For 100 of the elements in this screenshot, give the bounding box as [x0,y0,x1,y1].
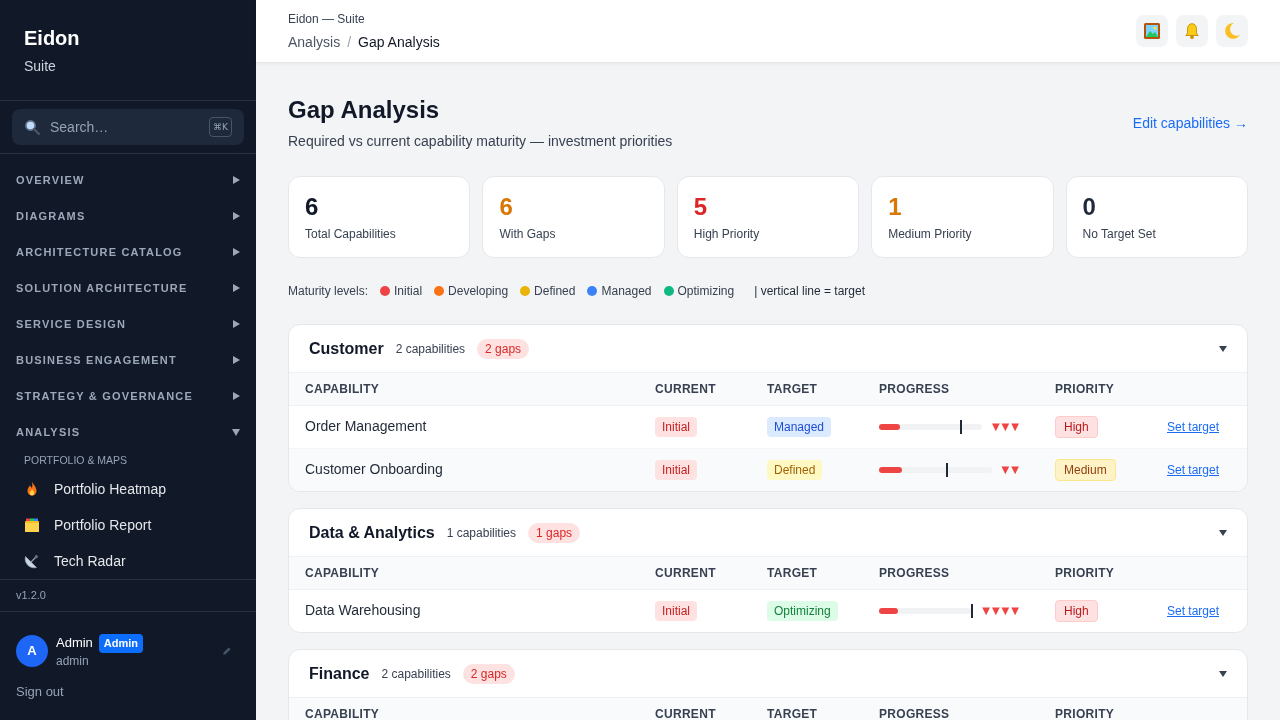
stat-value: 6 [305,192,320,222]
column-header: TARGET [767,565,818,580]
gap-arrows: ▼▼ [1001,463,1021,476]
nav-item[interactable]: Portfolio Report [0,507,256,543]
breadcrumb-current: Gap Analysis [358,32,440,52]
column-header: PROGRESS [879,706,950,720]
set-target-link[interactable]: Set target [1167,604,1220,619]
maturity-tag: Managed [767,417,832,437]
nav-item[interactable]: Portfolio Heatmap [0,471,256,507]
stat-label: High Priority [693,226,761,242]
capability-name: Data Warehousing [305,602,421,619]
capability-count: 2 capabilities [395,340,466,358]
nav-section[interactable]: DIAGRAMS [0,198,256,234]
caret-right-icon [233,320,240,328]
user-name: Admin [56,634,93,652]
column-header: PROGRESS [879,565,950,580]
column-header: CAPABILITY [305,565,380,580]
legend-label: Initial [394,283,423,300]
edit-capabilities-link[interactable]: Edit capabilities → [1132,112,1248,134]
column-header: CURRENT [655,706,716,720]
set-target-link[interactable]: Set target [1167,463,1220,478]
maturity-tag: Initial [655,601,697,622]
stat-value: 6 [499,192,514,222]
notifications-button[interactable] [1176,15,1208,47]
nav-section[interactable]: OVERVIEW [0,162,256,198]
caret-right-icon [233,248,240,256]
nav-section[interactable]: STRATEGY & GOVERNANCE [0,378,256,414]
column-header: TARGET [767,381,818,396]
stat-value: 1 [888,192,903,222]
nav-section[interactable]: ARCHITECTURE CATALOG [0,234,256,270]
username: admin [56,652,89,669]
satellite-dish-icon [24,553,40,569]
caret-down-icon[interactable] [1219,529,1227,536]
search-icon [24,119,40,135]
gap-arrows: ▼▼▼ [991,420,1021,433]
legend-title: Maturity levels: [288,283,369,300]
nav-section[interactable]: SOLUTION ARCHITECTURE [0,270,256,306]
column-header: CAPABILITY [305,381,380,396]
caret-down-icon[interactable] [1219,670,1227,677]
stat-value: 0 [1082,192,1097,222]
legend-label: Managed [601,283,652,300]
capability-count: 2 capabilities [381,665,451,683]
brand-subtitle: Suite [24,57,57,76]
nav-section[interactable]: SERVICE DESIGN [0,306,256,342]
page-subtitle: Required vs current capability maturity — investment priorities [288,132,673,151]
maturity-tag: Optimizing [767,601,838,622]
legend-label: Defined [534,283,576,300]
breadcrumb-separator: / [347,32,352,52]
gap-count-tag: 1 gaps [528,522,581,543]
priority-tag: Medium [1055,458,1116,481]
maturity-tag: Initial [655,460,697,481]
group-name: Finance [309,663,370,684]
caret-right-icon [233,356,240,364]
theme-toggle-button[interactable] [1216,15,1248,47]
priority-tag: High [1055,599,1098,622]
maturity-tag: Initial [655,417,697,437]
legend-note: | vertical line = target [754,283,866,300]
group-name: Data & Analytics [309,522,435,543]
caret-down-icon[interactable] [1219,345,1227,352]
app-title: Eidon — Suite [288,10,365,27]
set-target-link[interactable]: Set target [1167,420,1220,434]
nav-section[interactable]: ANALYSIS [0,414,256,450]
caret-right-icon [233,176,240,184]
column-header: CAPABILITY [305,706,380,720]
caret-right-icon [233,284,240,292]
role-tag: Admin [98,633,144,653]
gallery-button[interactable] [1136,15,1168,47]
maturity-tag: Defined [767,460,823,481]
capability-name: Customer Onboarding [305,461,443,478]
caret-down-icon [232,428,240,436]
version-label: v1.2.0 [16,588,46,603]
gap-arrows: ▼▼▼▼ [982,604,1021,617]
breadcrumb-link[interactable]: Analysis [288,31,341,52]
gap-count-tag: 2 gaps [462,663,515,684]
column-header: TARGET [767,706,818,720]
caret-right-icon [233,392,240,400]
framed-picture-icon [1143,22,1161,40]
nav-item[interactable]: Tech Radar [0,543,256,579]
caret-right-icon [233,212,240,220]
column-header: CURRENT [655,381,716,396]
page-title: Gap Analysis [288,95,441,125]
stat-label: With Gaps [499,226,557,242]
legend-label: Optimizing [677,283,735,300]
legend-label: Developing [448,283,509,300]
sign-out-link[interactable]: Sign out [16,684,64,700]
stat-label: No Target Set [1082,226,1157,242]
brand-name: Eidon [24,26,81,50]
column-header: CURRENT [655,565,716,580]
gap-count-tag: 2 gaps [477,338,530,359]
stat-value: 5 [693,192,709,222]
column-header: PRIORITY [1055,381,1115,396]
capability-name: Order Management [305,418,427,434]
moon-icon [1223,22,1241,40]
column-header: PRIORITY [1055,565,1115,580]
bell-icon [1183,22,1201,40]
folder-icon [24,517,40,533]
column-header: PRIORITY [1055,706,1115,720]
nav-group-heading: PORTFOLIO & MAPS [23,453,129,468]
stat-label: Total Capabilities [305,226,397,242]
nav-section[interactable]: BUSINESS ENGAGEMENT [0,342,256,378]
